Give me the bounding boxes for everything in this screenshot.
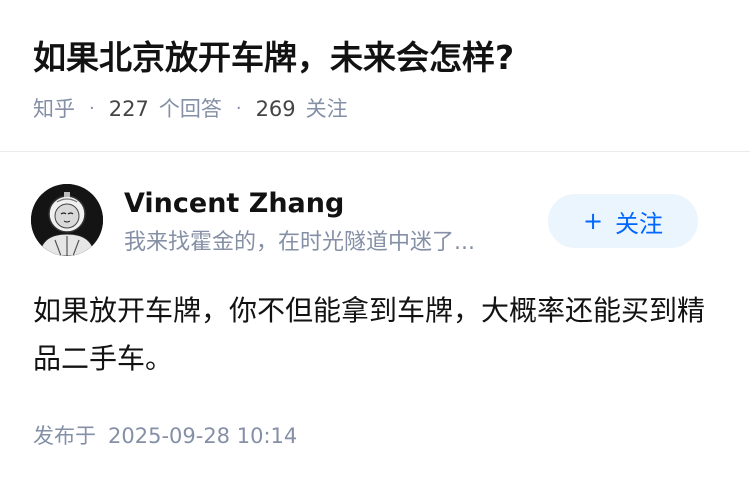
published-date: 2025-09-28 10:14 [108,424,298,448]
meta-separator: · [235,98,242,119]
answer-count-label[interactable]: 个回答 [159,94,222,124]
question-meta: 知乎 · 227 个回答 · 269 关注 [33,94,348,124]
author-name[interactable]: Vincent Zhang [124,184,344,224]
author-bio: 我来找霍金的，在时光隧道中迷了... [124,230,475,255]
published-label: 发布于 [33,424,96,448]
answer-content[interactable]: 如果放开车牌，你不但能拿到车牌，大概率还能买到精品二手车。 [33,287,723,383]
follow-button-label: 关注 [615,209,664,238]
source-label[interactable]: 知乎 [33,94,75,124]
publish-time: 发布于 2025-09-28 10:14 [33,420,297,452]
answer-count: 227 [108,97,149,121]
follower-count: 269 [255,97,296,121]
follow-button[interactable]: + 关注 [548,194,698,248]
question-header: 如果北京放开车牌，未来会怎样? 知乎 · 227 个回答 · 269 关注 [0,0,750,150]
author-avatar[interactable] [31,184,103,256]
follower-count-label[interactable]: 关注 [306,94,348,124]
plus-icon: + [582,207,604,235]
astronaut-avatar-icon [31,184,103,256]
question-title[interactable]: 如果北京放开车牌，未来会怎样? [33,34,514,82]
meta-separator: · [89,98,95,119]
divider [0,151,750,152]
